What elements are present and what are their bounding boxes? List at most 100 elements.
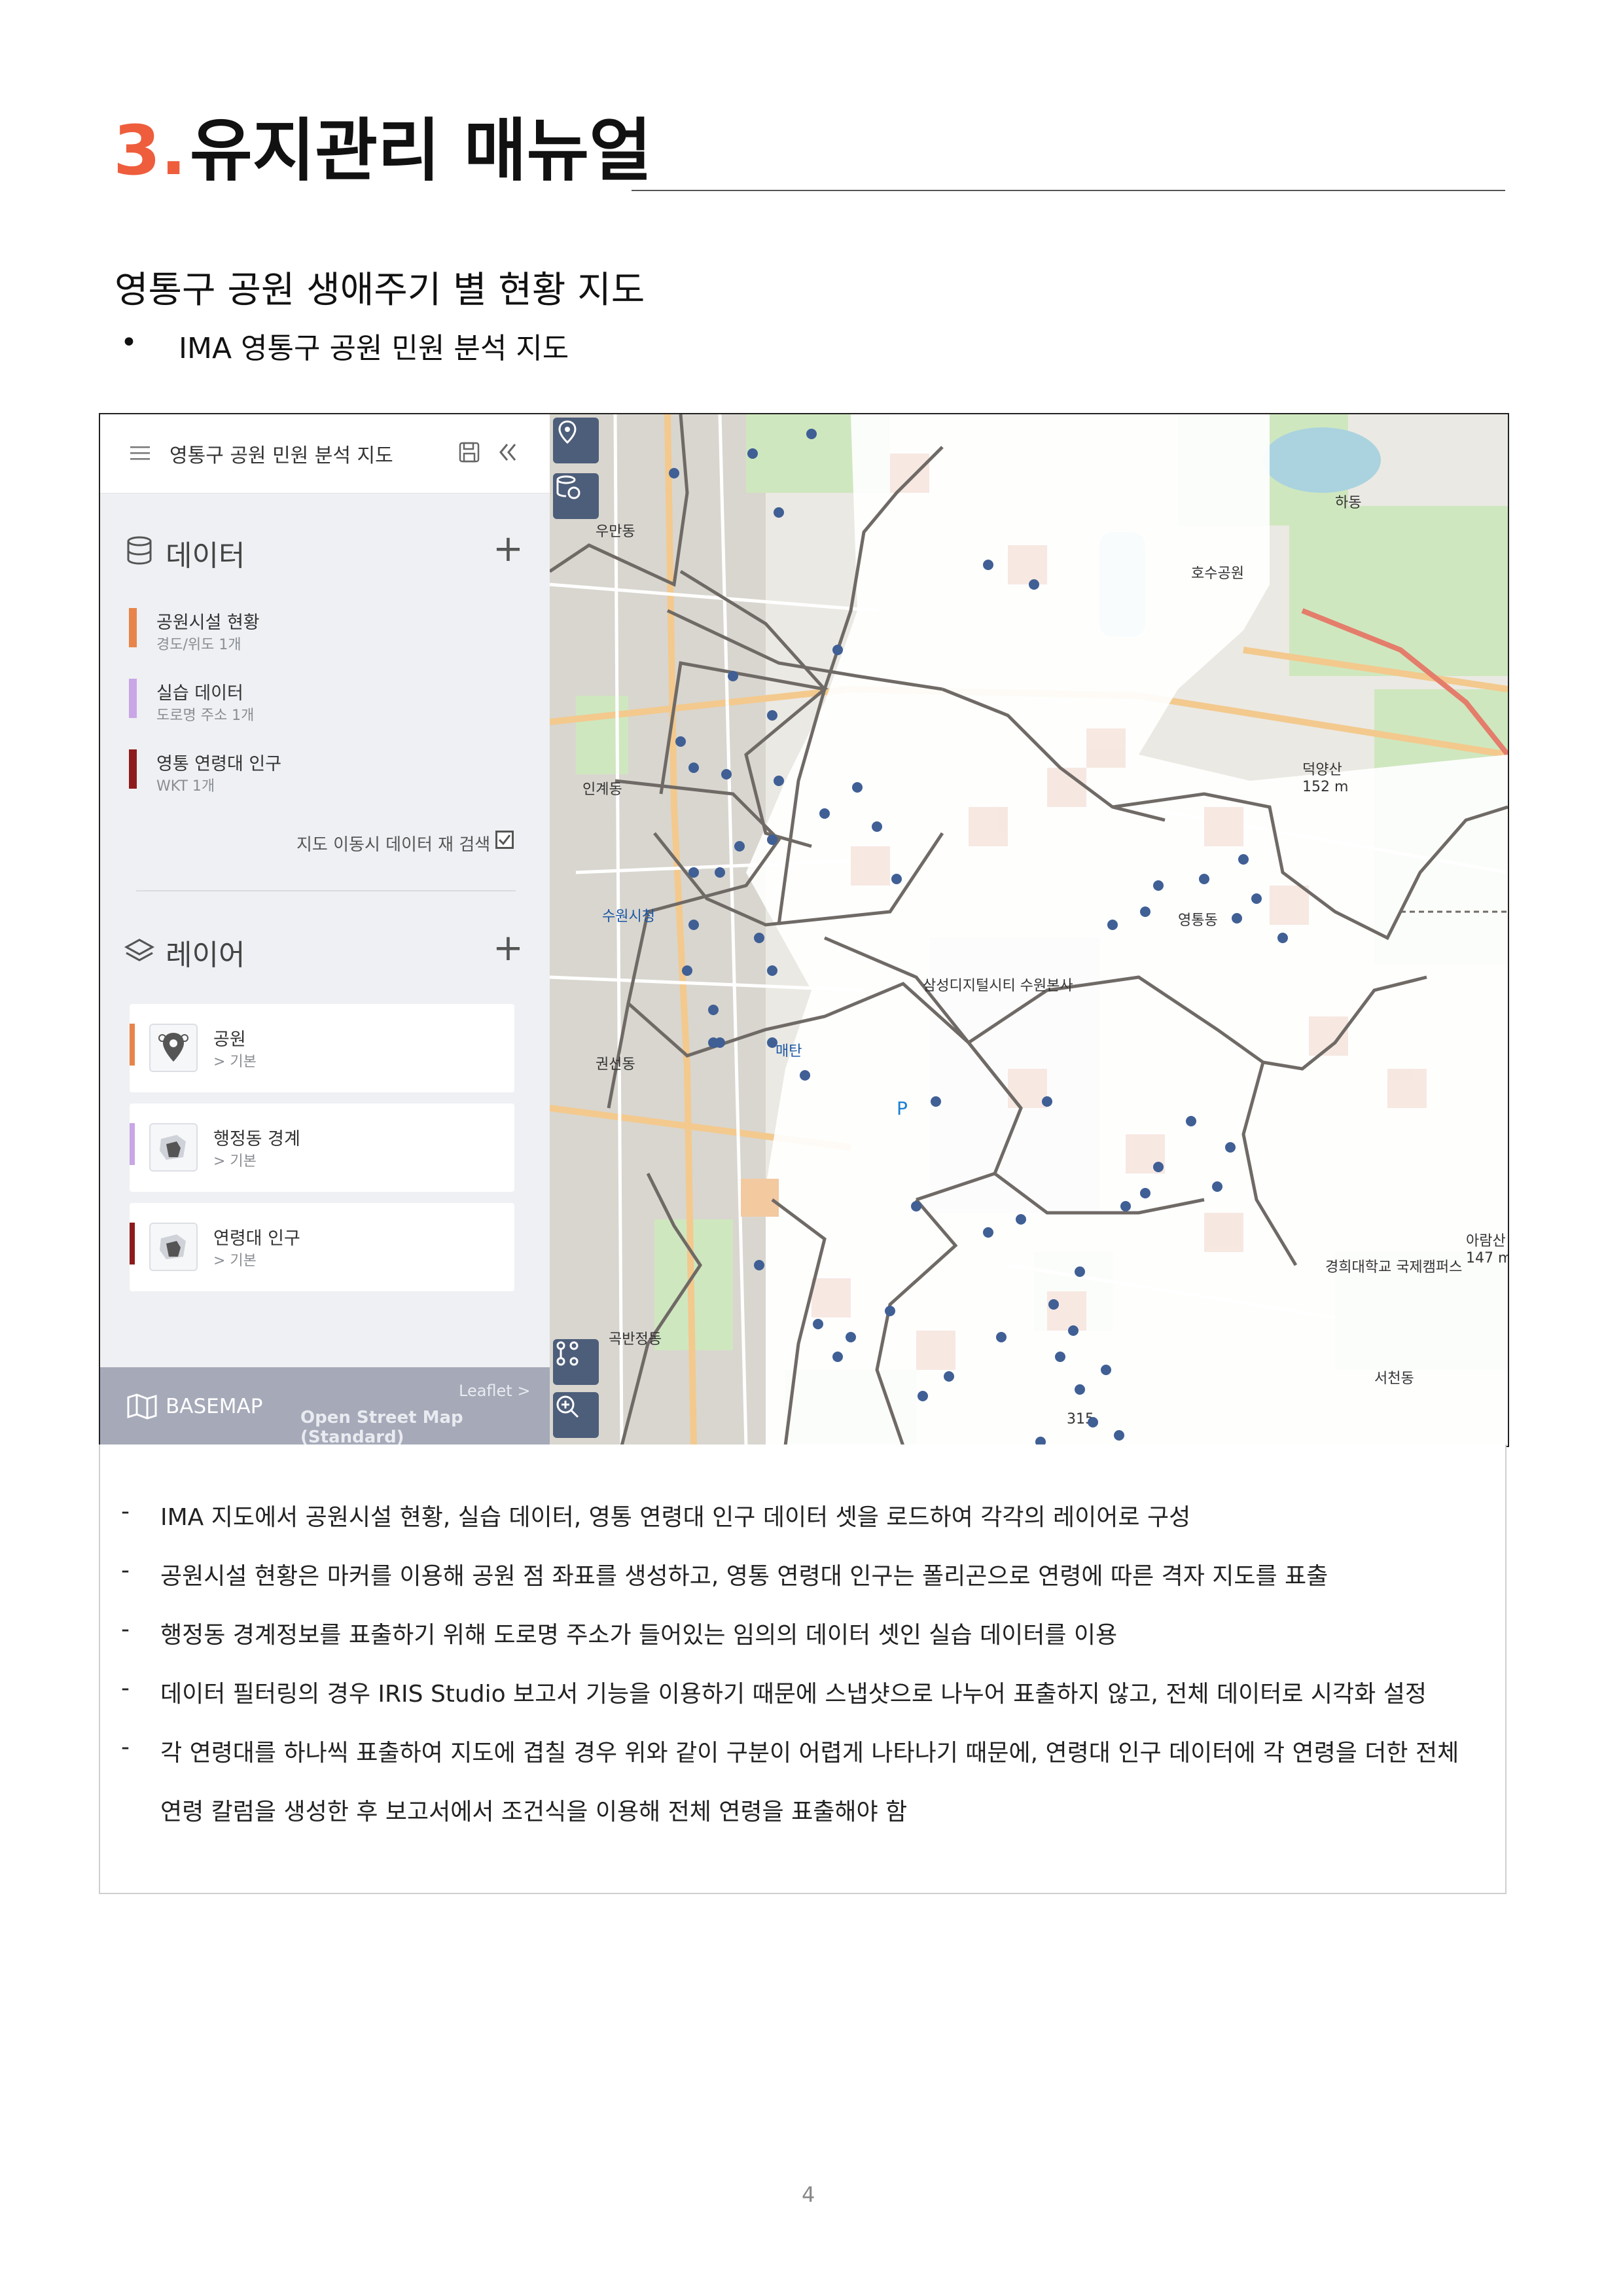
- park-marker[interactable]: [675, 736, 686, 747]
- data-color-bar: [129, 679, 137, 718]
- map-view[interactable]: 우만동 인계동 수원시청 권선동 곡반정동 영통동 매탄 삼성디지털시티 수원본…: [550, 414, 1508, 1446]
- layer-style[interactable]: > 기본: [213, 1249, 257, 1270]
- park-marker[interactable]: [1186, 1116, 1196, 1126]
- park-marker[interactable]: [721, 769, 732, 780]
- park-marker[interactable]: [911, 1201, 921, 1211]
- basemap-label: BASEMAP: [166, 1395, 263, 1418]
- layer-name: 공원: [213, 1030, 246, 1050]
- park-marker[interactable]: [885, 1306, 895, 1316]
- layer-card-admin-boundary[interactable]: 행정동 경계 > 기본: [130, 1103, 514, 1192]
- park-marker[interactable]: [669, 468, 679, 478]
- park-marker[interactable]: [728, 671, 738, 681]
- panel-divider: [136, 890, 516, 891]
- collapse-panel-icon[interactable]: [495, 440, 519, 464]
- location-button[interactable]: [553, 418, 599, 463]
- park-marker[interactable]: [767, 965, 777, 976]
- park-marker[interactable]: [931, 1096, 941, 1107]
- park-marker[interactable]: [832, 645, 843, 655]
- bullet-text: IMA 영통구 공원 민원 분석 지도: [179, 332, 569, 365]
- park-marker[interactable]: [688, 867, 699, 878]
- park-marker[interactable]: [806, 429, 817, 439]
- park-marker[interactable]: [1120, 1201, 1131, 1211]
- park-marker[interactable]: [891, 874, 902, 884]
- data-item-age-population[interactable]: 영통 연령대 인구: [156, 749, 281, 775]
- park-marker[interactable]: [1016, 1214, 1026, 1225]
- park-marker[interactable]: [1232, 913, 1242, 924]
- park-marker[interactable]: [1140, 1188, 1150, 1198]
- park-marker[interactable]: [1055, 1352, 1065, 1362]
- layer-color-bar: [130, 1123, 135, 1165]
- park-marker[interactable]: [1212, 1181, 1222, 1192]
- park-marker[interactable]: [688, 762, 699, 773]
- park-marker[interactable]: [983, 1227, 993, 1238]
- description-box: - IMA 지도에서 공원시설 현황, 실습 데이터, 영통 연령대 인구 데이…: [99, 1444, 1507, 1894]
- park-marker[interactable]: [715, 867, 725, 878]
- park-marker[interactable]: [852, 782, 863, 793]
- park-marker[interactable]: [747, 448, 758, 459]
- park-marker[interactable]: [1029, 579, 1039, 590]
- park-marker[interactable]: [1101, 1365, 1111, 1375]
- park-marker[interactable]: [1075, 1266, 1085, 1277]
- park-marker[interactable]: [813, 1319, 823, 1329]
- park-marker[interactable]: [715, 1037, 725, 1048]
- park-marker[interactable]: [1114, 1430, 1124, 1441]
- add-data-button[interactable]: +: [493, 531, 524, 567]
- park-marker[interactable]: [1225, 1142, 1236, 1153]
- park-marker[interactable]: [996, 1332, 1007, 1342]
- park-marker[interactable]: [1153, 1162, 1164, 1172]
- park-marker[interactable]: [682, 965, 692, 976]
- park-marker[interactable]: [708, 1005, 719, 1015]
- park-marker[interactable]: [734, 841, 745, 852]
- checkmark-icon: [498, 834, 511, 846]
- layer-style[interactable]: > 기본: [213, 1050, 257, 1071]
- park-marker[interactable]: [754, 1260, 764, 1270]
- park-marker[interactable]: [767, 710, 777, 721]
- park-marker[interactable]: [983, 560, 993, 570]
- basemap-provider[interactable]: Leaflet >: [459, 1382, 530, 1400]
- basemap-bar[interactable]: BASEMAP Leaflet > Open Street Map (Stand…: [100, 1367, 550, 1446]
- map-title: 영통구 공원 민원 분석 지도: [169, 444, 393, 467]
- zoom-button[interactable]: [553, 1392, 599, 1438]
- park-marker[interactable]: [1238, 854, 1249, 865]
- park-marker[interactable]: [1088, 1417, 1098, 1427]
- park-marker[interactable]: [832, 1352, 843, 1362]
- hamburger-menu-icon[interactable]: [129, 442, 151, 464]
- park-marker[interactable]: [846, 1332, 856, 1342]
- save-icon[interactable]: [457, 440, 481, 464]
- park-marker[interactable]: [1068, 1325, 1079, 1336]
- route-button[interactable]: [553, 1339, 599, 1385]
- park-marker[interactable]: [1140, 906, 1150, 917]
- map-canvas[interactable]: 우만동 인계동 수원시청 권선동 곡반정동 영통동 매탄 삼성디지털시티 수원본…: [550, 414, 1508, 1446]
- park-marker[interactable]: [754, 933, 764, 943]
- data-item-sub: 도로명 주소 1개: [156, 708, 255, 724]
- park-marker[interactable]: [1153, 880, 1164, 891]
- park-marker[interactable]: [819, 808, 830, 819]
- layer-card-age-population[interactable]: 연령대 인구 > 기본: [130, 1203, 514, 1291]
- park-marker[interactable]: [872, 821, 882, 832]
- data-item-practice[interactable]: 실습 데이터: [156, 679, 243, 704]
- park-marker[interactable]: [1107, 920, 1118, 930]
- park-marker[interactable]: [774, 507, 784, 518]
- park-marker[interactable]: [1042, 1096, 1052, 1107]
- dash: -: [121, 1616, 130, 1643]
- park-marker[interactable]: [1048, 1299, 1059, 1310]
- park-marker[interactable]: [1251, 893, 1262, 904]
- retry-search-checkbox[interactable]: [495, 831, 514, 849]
- park-marker[interactable]: [767, 1037, 777, 1048]
- park-marker[interactable]: [1075, 1384, 1085, 1395]
- park-marker[interactable]: [800, 1070, 810, 1081]
- description-line: IMA 지도에서 공원시설 현황, 실습 데이터, 영통 연령대 인구 데이터 …: [160, 1504, 1191, 1531]
- retry-search-label: 지도 이동시 데이터 재 검색: [296, 835, 491, 855]
- data-refresh-button[interactable]: [553, 473, 599, 519]
- layer-card-park[interactable]: 공원 > 기본: [130, 1004, 514, 1092]
- layer-style[interactable]: > 기본: [213, 1149, 257, 1170]
- park-marker[interactable]: [1277, 933, 1288, 943]
- add-layer-button[interactable]: +: [493, 930, 524, 967]
- park-marker[interactable]: [774, 776, 784, 786]
- park-marker[interactable]: [688, 920, 699, 930]
- park-marker[interactable]: [944, 1371, 954, 1382]
- park-marker[interactable]: [1199, 874, 1209, 884]
- park-marker[interactable]: [767, 834, 777, 845]
- park-marker[interactable]: [918, 1391, 928, 1401]
- data-item-park-facility[interactable]: 공원시설 현황: [156, 608, 260, 634]
